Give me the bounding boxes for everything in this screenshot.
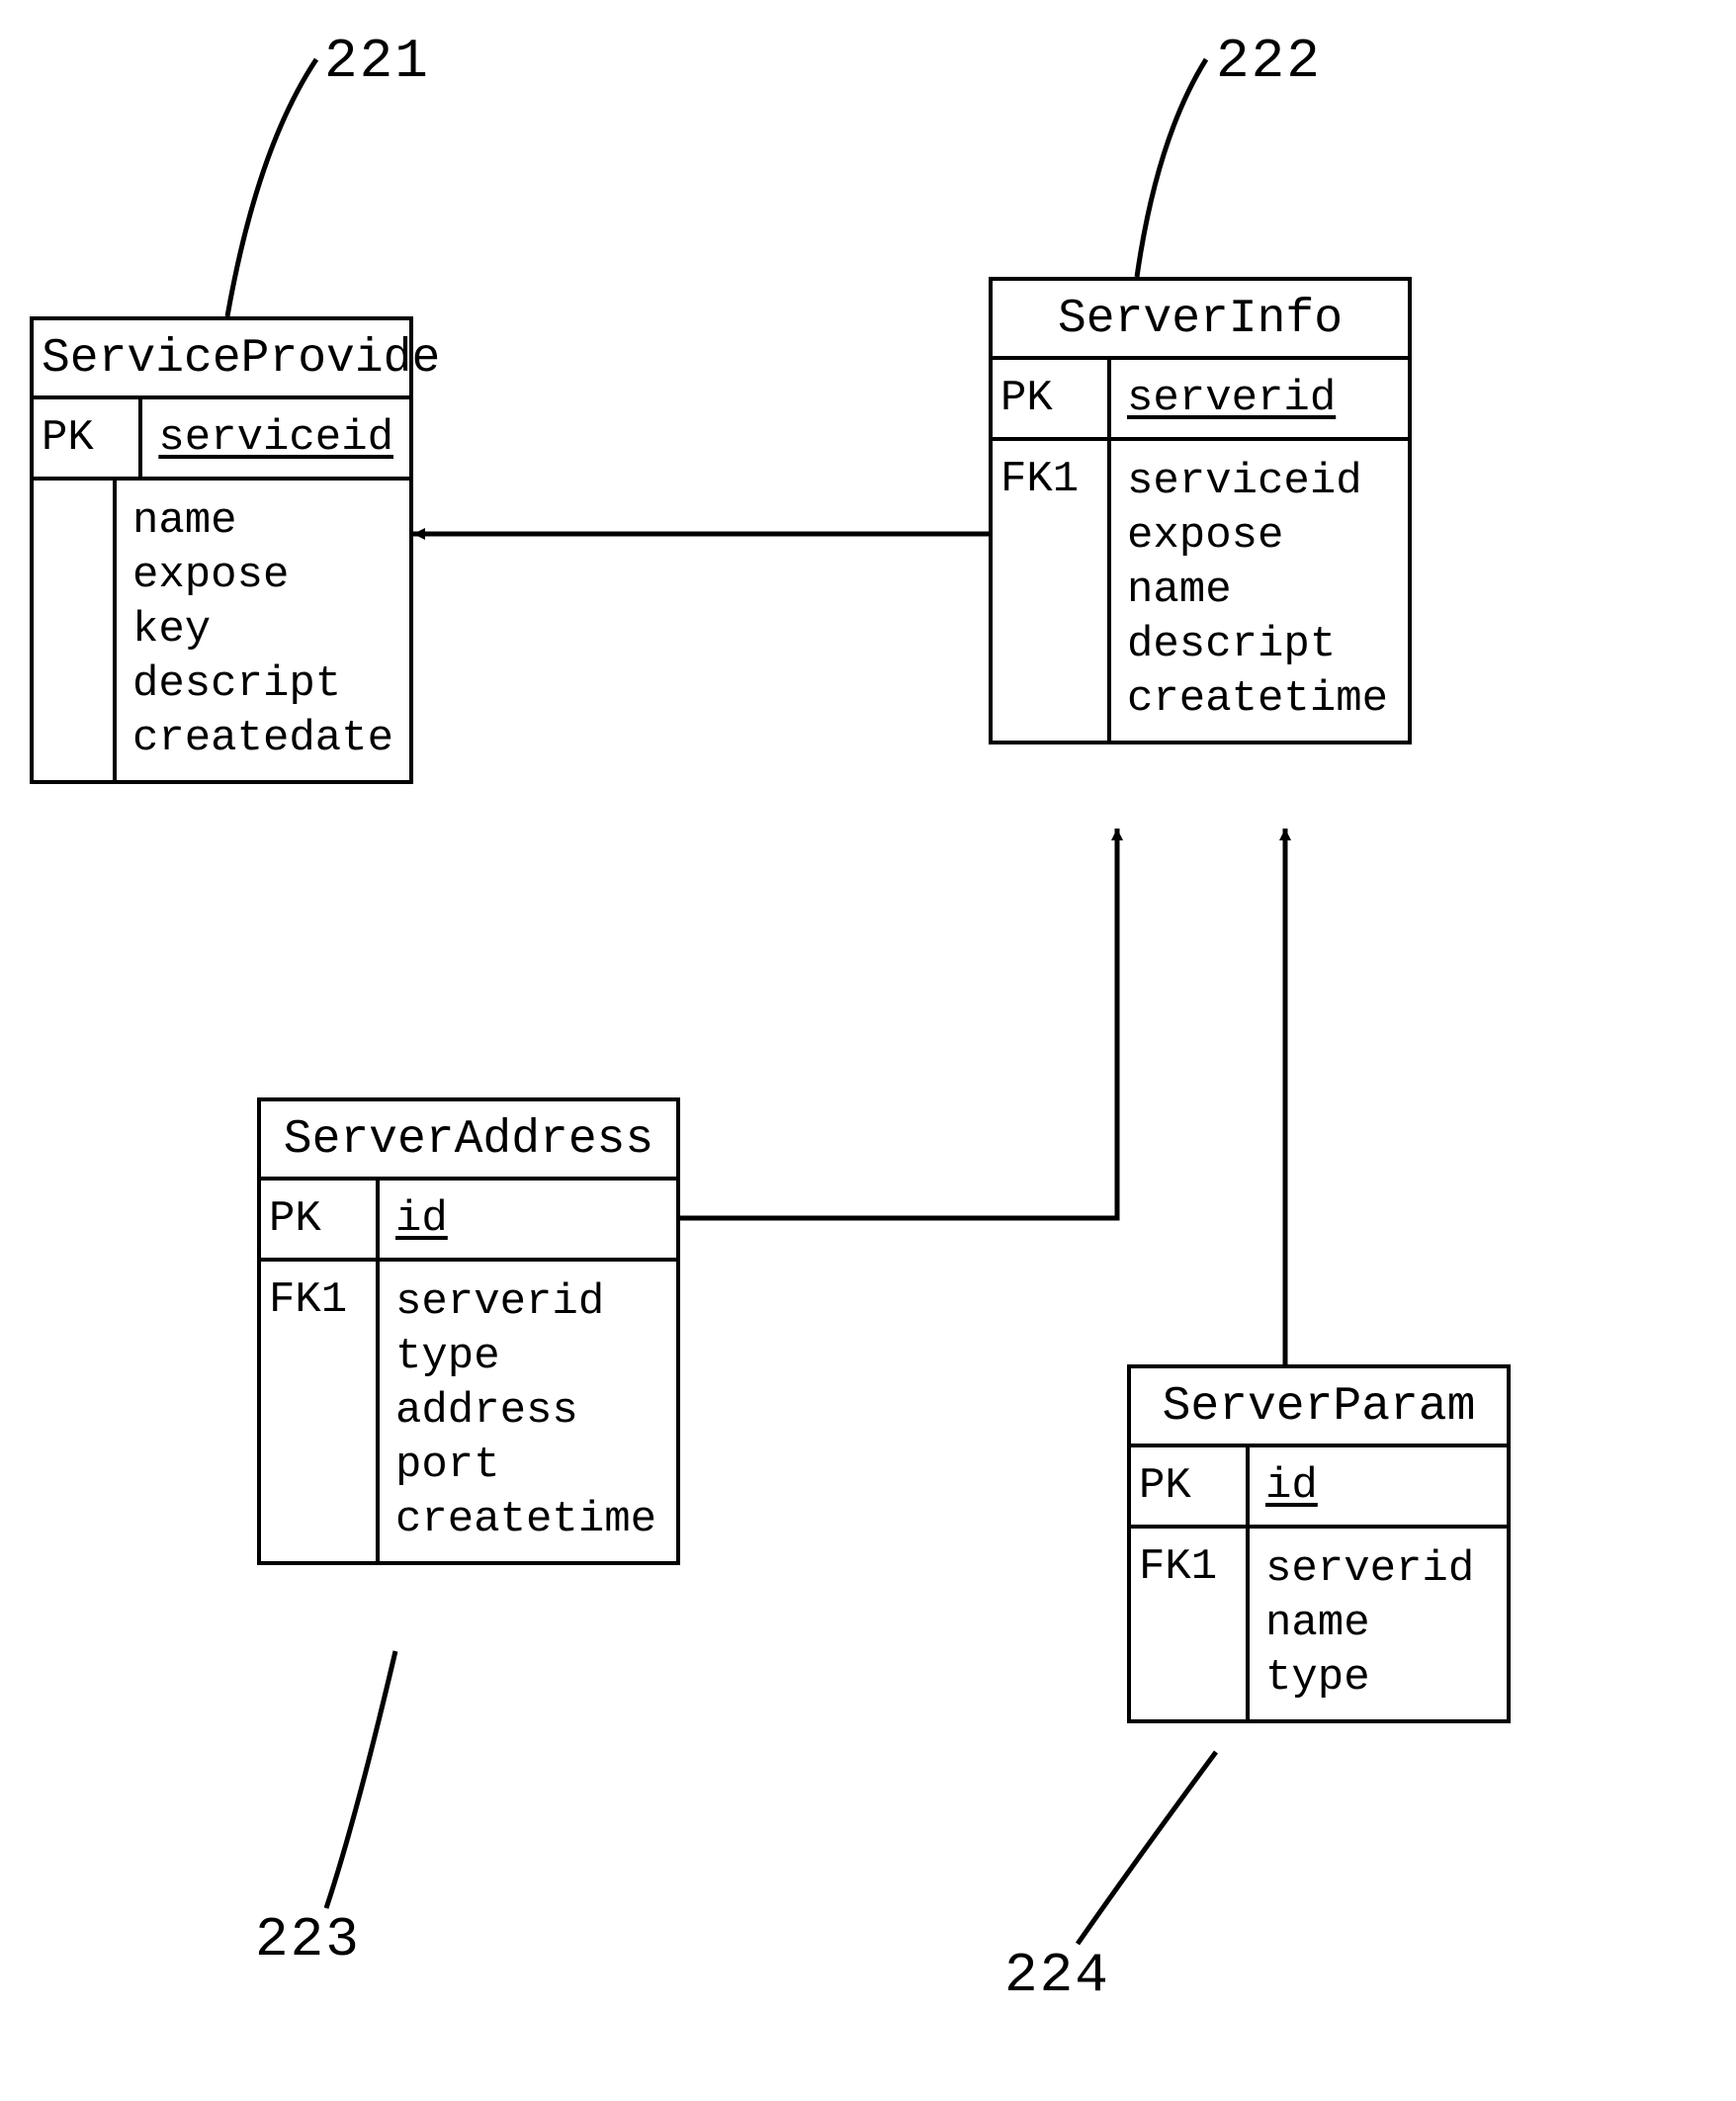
- ref-label-221: 221: [324, 30, 430, 93]
- fk-label: FK1: [1131, 1529, 1250, 1719]
- connector-layer: [0, 0, 1736, 2101]
- field-item: name: [1265, 1597, 1491, 1651]
- leader-224: [1078, 1752, 1216, 1944]
- field-item: serviceid: [1127, 455, 1392, 509]
- diagram-canvas: 221 222 223 224 ServiceProvide PK servic…: [0, 0, 1736, 2101]
- entity-title: ServiceProvide: [34, 320, 409, 399]
- field-item: name: [1127, 564, 1392, 618]
- pk-label: PK: [1131, 1447, 1250, 1525]
- pk-label: PK: [34, 399, 142, 477]
- pk-field: id: [395, 1194, 448, 1244]
- field-list: nameexposekeydescriptcreatedate: [117, 481, 409, 780]
- entity-server-param: ServerParam PK id FK1 serveridnametype: [1127, 1364, 1511, 1723]
- field-list: serveridtypeaddressportcreatetime: [380, 1262, 676, 1561]
- leader-221: [227, 59, 316, 316]
- field-item: expose: [132, 549, 393, 603]
- field-item: expose: [1127, 509, 1392, 564]
- leader-223: [326, 1651, 395, 1908]
- entity-service-provide: ServiceProvide PK serviceid nameexposeke…: [30, 316, 413, 784]
- field-item: createdate: [132, 712, 393, 766]
- field-item: serverid: [395, 1275, 660, 1330]
- entity-server-address: ServerAddress PK id FK1 serveridtypeaddr…: [257, 1097, 680, 1565]
- fk-label: FK1: [261, 1262, 380, 1561]
- field-item: type: [1265, 1651, 1491, 1706]
- entity-server-info: ServerInfo PK serverid FK1 serviceidexpo…: [989, 277, 1412, 744]
- field-item: name: [132, 494, 393, 549]
- fk-label: FK1: [993, 441, 1111, 741]
- field-item: port: [395, 1439, 660, 1493]
- pk-label: PK: [261, 1181, 380, 1258]
- field-item: createtime: [395, 1493, 660, 1547]
- field-list: serviceidexposenamedescriptcreatetime: [1111, 441, 1408, 741]
- field-item: address: [395, 1384, 660, 1439]
- pk-field: id: [1265, 1461, 1318, 1511]
- field-item: serverid: [1265, 1542, 1491, 1597]
- leader-222: [1137, 59, 1206, 277]
- ref-label-224: 224: [1004, 1944, 1110, 2007]
- pk-field: serviceid: [158, 413, 393, 463]
- fk-label: [34, 481, 117, 780]
- field-item: descript: [1127, 618, 1392, 672]
- pk-label: PK: [993, 360, 1111, 437]
- ref-label-223: 223: [255, 1908, 361, 1971]
- field-list: serveridnametype: [1250, 1529, 1507, 1719]
- field-item: type: [395, 1330, 660, 1384]
- pk-field: serverid: [1127, 374, 1336, 423]
- arrow-serveraddress-to-serverinfo: [676, 829, 1117, 1218]
- field-item: key: [132, 603, 393, 657]
- ref-label-222: 222: [1216, 30, 1322, 93]
- entity-title: ServerParam: [1131, 1368, 1507, 1447]
- field-item: createtime: [1127, 672, 1392, 727]
- entity-title: ServerAddress: [261, 1101, 676, 1181]
- entity-title: ServerInfo: [993, 281, 1408, 360]
- field-item: descript: [132, 657, 393, 712]
